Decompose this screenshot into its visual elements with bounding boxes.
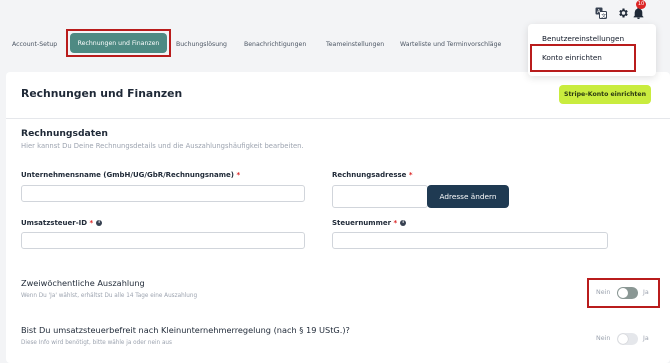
company-name-label: Unternehmensname (GmbH/UG/GbR/Rechnungsn…	[21, 171, 241, 179]
tax-number-label: Steuernummer * i	[332, 219, 407, 227]
menu-item-benutzereinstellungen[interactable]: Benutzereinstellungen	[542, 34, 624, 43]
billing-section-title: Rechnungsdaten	[21, 128, 108, 139]
billing-address-field[interactable]	[332, 185, 428, 208]
payout-hint: Wenn Du 'Ja' wählst, erhältst Du alle 14…	[21, 293, 198, 299]
small-business-label: Bist Du umsatzsteuerbefreit nach Kleinun…	[21, 325, 350, 335]
gear-icon[interactable]	[616, 6, 630, 20]
vat-id-label: Umsatzsteuer-ID * i	[21, 219, 103, 227]
tax-number-field[interactable]	[332, 232, 608, 249]
small-business-toggle[interactable]	[617, 333, 638, 345]
page-title: Rechnungen und Finanzen	[21, 87, 183, 100]
tab-buchungsloesung[interactable]: Buchungslösung	[176, 41, 227, 48]
small-business-no-label: Nein	[596, 335, 611, 342]
info-icon[interactable]: i	[400, 220, 407, 226]
divider	[6, 118, 670, 119]
highlight-frame-menu	[530, 44, 636, 72]
tab-warteliste[interactable]: Warteliste und Terminvorschläge	[400, 41, 501, 48]
stripe-setup-button[interactable]: Stripe-Konto einrichten	[559, 85, 651, 104]
highlight-frame-payout	[587, 278, 660, 308]
svg-text:文: 文	[601, 12, 606, 19]
info-icon[interactable]: i	[96, 220, 103, 226]
main-panel: Rechnungen und Finanzen Stripe-Konto ein…	[6, 72, 670, 363]
small-business-yes-label: Ja	[643, 335, 649, 342]
highlight-frame-tab	[66, 29, 171, 57]
toggle-knob	[618, 334, 628, 344]
top-bar: A文 10	[0, 0, 670, 26]
translate-icon[interactable]: A文	[594, 6, 608, 20]
small-business-hint: Diese Info wird benötigt, bitte wähle ja…	[21, 340, 172, 346]
tab-account-setup[interactable]: Account-Setup	[12, 41, 57, 48]
company-name-field[interactable]	[21, 185, 305, 202]
notification-badge: 10	[636, 0, 646, 9]
tab-teameinstellungen[interactable]: Teameinstellungen	[326, 41, 384, 48]
billing-address-label: Rechnungsadresse *	[332, 171, 413, 179]
payout-label: Zweiwöchentliche Auszahlung	[21, 278, 145, 288]
billing-section-subtitle: Hier kannst Du Deine Rechnungsdetails un…	[21, 142, 304, 150]
tab-benachrichtigungen[interactable]: Benachrichtigungen	[244, 41, 306, 48]
vat-id-field[interactable]	[21, 232, 305, 249]
change-address-button[interactable]: Adresse ändern	[427, 185, 509, 208]
